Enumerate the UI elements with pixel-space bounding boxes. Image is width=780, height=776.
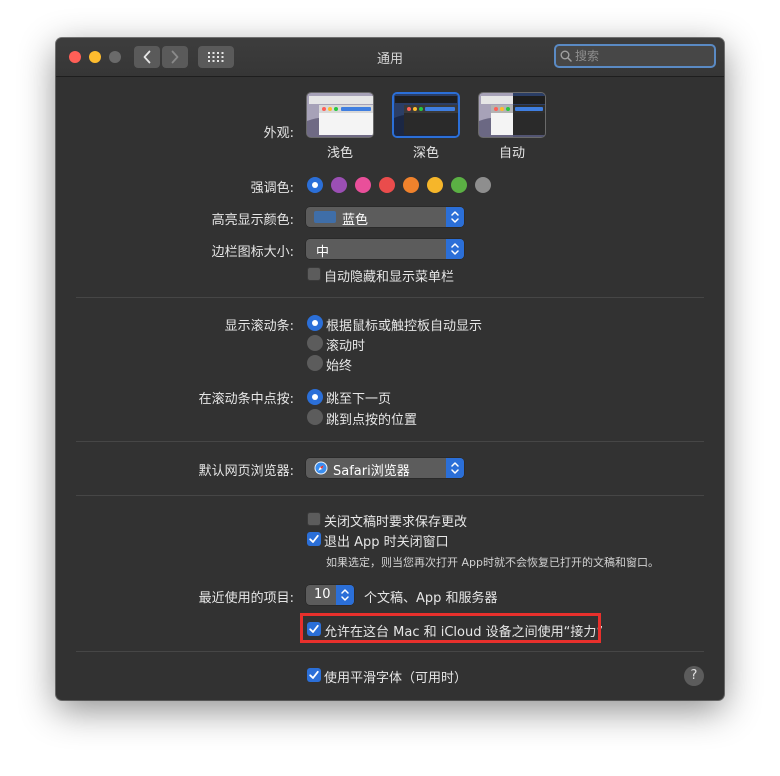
sidebar-icon-size-popup[interactable]: 中 xyxy=(306,239,464,260)
auto-hide-menu-bar-checkbox[interactable] xyxy=(307,267,321,281)
scroll-bars-always-label[interactable]: 始终 xyxy=(326,355,352,374)
chevron-up-down-icon xyxy=(446,458,464,478)
highlight-color-label: 高亮显示颜色: xyxy=(211,213,294,228)
handoff-highlight-box xyxy=(300,613,601,643)
popup-stepper xyxy=(446,207,464,227)
close-windows-note: 如果选定，则当您再次打开 App时就不会恢复已打开的文稿和窗口。 xyxy=(326,556,659,569)
divider xyxy=(76,297,704,298)
default-browser-label: 默认网页浏览器: xyxy=(198,464,294,479)
appearance-auto-label: 自动 xyxy=(498,146,525,161)
popup-stepper xyxy=(336,585,354,605)
chevron-up-down-icon xyxy=(446,239,464,259)
safari-compass-icon xyxy=(314,461,328,475)
title-bar: 通用 xyxy=(56,38,724,77)
chevron-up-down-icon xyxy=(336,585,354,605)
jump-next-page-radio[interactable] xyxy=(307,389,323,405)
checkmark-icon xyxy=(307,532,321,546)
font-smoothing-checkbox[interactable] xyxy=(307,668,321,682)
appearance-dark-option[interactable] xyxy=(392,92,460,138)
selected-indicator xyxy=(312,182,318,188)
sidebar-icon-size-value: 中 xyxy=(316,245,330,260)
light-appearance-thumbnail xyxy=(307,93,373,137)
highlight-color-swatch xyxy=(314,211,336,223)
auto-hide-menu-bar-label[interactable]: 自动隐藏和显示菜单栏 xyxy=(324,266,454,285)
default-browser-popup[interactable]: Safari浏览器 xyxy=(306,458,464,479)
scroll-bars-always-radio[interactable] xyxy=(307,355,323,371)
accent-color-swatch[interactable] xyxy=(379,177,395,193)
accent-color-swatch[interactable] xyxy=(403,177,419,193)
highlight-color-value: 蓝色 xyxy=(342,213,369,228)
scroll-bars-auto-label[interactable]: 根据鼠标或触控板自动显示 xyxy=(326,315,482,334)
accent-color-swatch[interactable] xyxy=(451,177,467,193)
appearance-light-option[interactable] xyxy=(306,92,374,138)
sidebar-icon-size-label: 边栏图标大小: xyxy=(211,245,294,260)
recent-items-value: 10 xyxy=(314,587,331,602)
ask-keep-changes-checkbox[interactable] xyxy=(307,512,321,526)
scroll-bars-when-scrolling-label[interactable]: 滚动时 xyxy=(326,335,365,354)
recent-items-popup[interactable]: 10 xyxy=(306,585,354,605)
close-windows-checkbox[interactable] xyxy=(307,532,321,546)
chevron-up-down-icon xyxy=(446,207,464,227)
scroll-bars-when-scrolling-radio[interactable] xyxy=(307,335,323,351)
help-button[interactable]: ? xyxy=(684,666,704,686)
show-scroll-bars-label: 显示滚动条: xyxy=(224,319,294,334)
recent-items-suffix: 个文稿、App 和服务器 xyxy=(364,591,498,606)
highlight-color-popup[interactable]: 蓝色 xyxy=(306,207,464,228)
recent-items-label: 最近使用的项目: xyxy=(198,591,294,606)
accent-color-swatch[interactable] xyxy=(427,177,443,193)
divider xyxy=(76,441,704,442)
accent-color-label: 强调色: xyxy=(250,181,294,196)
search-field[interactable] xyxy=(554,44,716,68)
dark-appearance-thumbnail xyxy=(394,94,458,136)
appearance-label: 外观: xyxy=(263,126,294,141)
accent-color-swatch[interactable] xyxy=(355,177,371,193)
close-windows-label[interactable]: 退出 App 时关闭窗口 xyxy=(324,531,449,550)
scroll-bars-auto-radio[interactable] xyxy=(307,315,323,331)
jump-next-page-label[interactable]: 跳至下一页 xyxy=(326,388,391,407)
search-input[interactable] xyxy=(575,49,705,63)
appearance-auto-option[interactable] xyxy=(478,92,546,138)
jump-to-spot-radio[interactable] xyxy=(307,409,323,425)
checkmark-icon xyxy=(307,668,321,682)
font-smoothing-label[interactable]: 使用平滑字体（可用时） xyxy=(324,667,467,686)
click-scroll-bar-label: 在滚动条中点按: xyxy=(198,392,294,407)
jump-to-spot-label[interactable]: 跳到点按的位置 xyxy=(326,409,417,428)
search-icon xyxy=(560,50,572,62)
auto-appearance-thumbnail xyxy=(479,93,545,137)
accent-color-swatch[interactable] xyxy=(307,177,323,193)
appearance-light-label: 浅色 xyxy=(326,146,353,161)
divider xyxy=(76,651,704,652)
divider xyxy=(76,495,704,496)
ask-keep-changes-label[interactable]: 关闭文稿时要求保存更改 xyxy=(324,511,467,530)
popup-stepper xyxy=(446,458,464,478)
general-preferences-window: 通用 外观: xyxy=(56,38,724,700)
help-question-icon: ? xyxy=(690,668,698,683)
appearance-dark-label: 深色 xyxy=(412,146,439,161)
accent-color-swatch[interactable] xyxy=(331,177,347,193)
default-browser-value: Safari浏览器 xyxy=(333,464,410,479)
popup-stepper xyxy=(446,239,464,259)
accent-color-swatch[interactable] xyxy=(475,177,491,193)
